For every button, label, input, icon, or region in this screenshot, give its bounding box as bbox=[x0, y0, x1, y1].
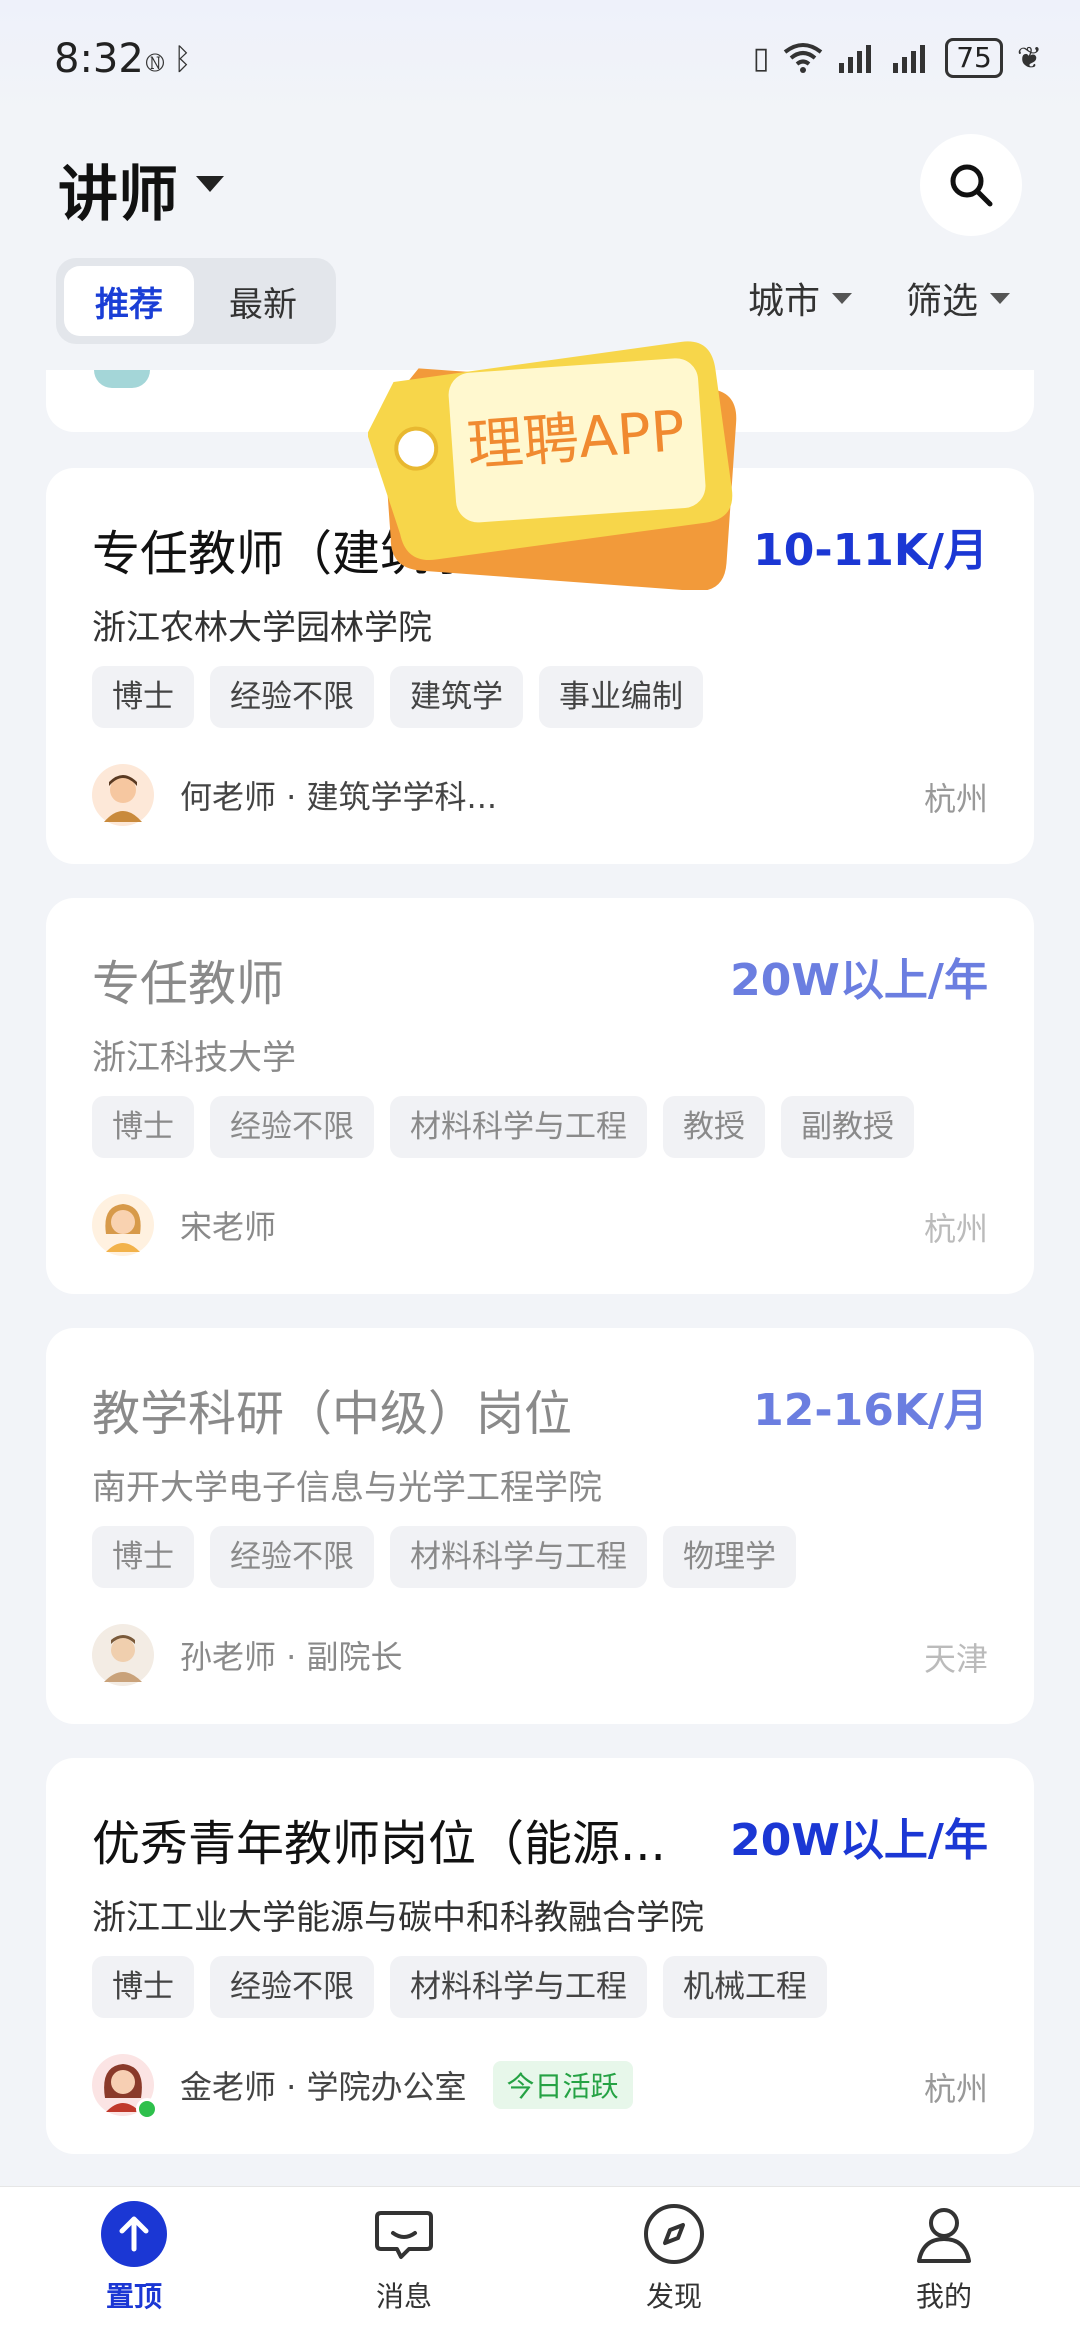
chevron-down-icon bbox=[990, 292, 1011, 304]
tag: 材料科学与工程 bbox=[390, 1526, 647, 1588]
signal-icon bbox=[893, 45, 926, 73]
leaf-icon: ❦ bbox=[1016, 40, 1042, 76]
battery-icon: 75 bbox=[945, 38, 1003, 78]
tag: 机械工程 bbox=[663, 1956, 827, 2018]
city-filter-label: 城市 bbox=[748, 281, 821, 322]
job-salary: 20W以上/年 bbox=[730, 1815, 988, 1866]
avatar bbox=[92, 764, 154, 826]
chevron-down-icon[interactable] bbox=[196, 176, 224, 192]
bluetooth-icon: ᛒ bbox=[173, 42, 192, 77]
tag: 副教授 bbox=[781, 1096, 914, 1158]
tag: 物理学 bbox=[663, 1526, 796, 1588]
avatar bbox=[92, 2054, 158, 2120]
status-right-icons: ▯ 75 ❦ bbox=[753, 38, 1042, 78]
tag-list: 博士 经验不限 材料科学与工程 机械工程 bbox=[92, 1956, 827, 2018]
tab-switcher: 推荐 最新 bbox=[56, 258, 336, 344]
search-button[interactable] bbox=[920, 134, 1022, 236]
nav-label: 置顶 bbox=[105, 2280, 162, 2313]
tab-latest[interactable]: 最新 bbox=[198, 266, 328, 336]
nfc-icon: Ⓝ bbox=[146, 42, 164, 77]
tag: 事业编制 bbox=[539, 666, 703, 728]
job-card[interactable]: 优秀青年教师岗位（能源... 20W以上/年 浙江工业大学能源与碳中和科教融合学… bbox=[46, 1758, 1034, 2154]
profile-icon bbox=[917, 2208, 971, 2263]
job-city: 杭州 bbox=[923, 780, 988, 818]
nav-profile[interactable]: 我的 bbox=[874, 2201, 1014, 2315]
recruiter-info: 宋老师 bbox=[92, 1194, 276, 1256]
bottom-nav: 置顶 消息 发现 我的 bbox=[0, 2186, 1080, 2331]
avatar bbox=[94, 370, 150, 388]
tag: 教授 bbox=[663, 1096, 765, 1158]
tag: 博士 bbox=[92, 666, 194, 728]
tag: 材料科学与工程 bbox=[390, 1096, 647, 1158]
tag: 经验不限 bbox=[210, 1956, 374, 2018]
recruiter-info: 何老师 · 建筑学学科... bbox=[92, 764, 497, 826]
company-name: 浙江科技大学 bbox=[92, 1038, 296, 1078]
tag: 经验不限 bbox=[210, 1526, 374, 1588]
signal-icon bbox=[839, 45, 872, 73]
job-card[interactable]: 教学科研（中级）岗位 12-16K/月 南开大学电子信息与光学工程学院 博士 经… bbox=[46, 1328, 1034, 1724]
nav-pin-top[interactable]: 置顶 bbox=[64, 2201, 204, 2315]
online-status-dot bbox=[136, 2098, 158, 2120]
company-name: 浙江工业大学能源与碳中和科教融合学院 bbox=[92, 1898, 704, 1938]
nav-label: 消息 bbox=[375, 2280, 432, 2313]
job-salary: 12-16K/月 bbox=[753, 1385, 988, 1436]
watermark-logo: 理聘APP bbox=[368, 341, 737, 590]
company-name: 南开大学电子信息与光学工程学院 bbox=[92, 1468, 602, 1508]
job-salary: 20W以上/年 bbox=[730, 955, 988, 1006]
job-city: 杭州 bbox=[923, 2070, 988, 2108]
avatar bbox=[92, 1194, 154, 1256]
job-card[interactable]: 专任教师 20W以上/年 浙江科技大学 博士 经验不限 材料科学与工程 教授 副… bbox=[46, 898, 1034, 1294]
chevron-down-icon bbox=[832, 292, 853, 304]
recruiter-name: 何老师 · 建筑学学科... bbox=[180, 778, 498, 816]
job-city: 天津 bbox=[923, 1640, 988, 1678]
recruiter-name: 金老师 · 学院办公室 bbox=[180, 2068, 467, 2106]
job-salary: 10-11K/月 bbox=[753, 525, 988, 576]
wifi-icon bbox=[783, 43, 823, 73]
tag: 博士 bbox=[92, 1096, 194, 1158]
company-name: 浙江农林大学园林学院 bbox=[92, 608, 432, 648]
recruiter-info: 金老师 · 学院办公室 今日活跃 bbox=[92, 2054, 633, 2120]
tag-list: 博士 经验不限 建筑学 事业编制 bbox=[92, 666, 703, 728]
tag: 经验不限 bbox=[210, 666, 374, 728]
tag-list: 博士 经验不限 材料科学与工程 教授 副教授 bbox=[92, 1096, 914, 1158]
tag: 博士 bbox=[92, 1526, 194, 1588]
nav-label: 发现 bbox=[645, 2280, 702, 2313]
filter-label: 筛选 bbox=[906, 281, 979, 322]
tag: 经验不限 bbox=[210, 1096, 374, 1158]
status-time: 8:32 bbox=[54, 36, 144, 82]
tag: 材料科学与工程 bbox=[390, 1956, 647, 2018]
status-bar: 8:32 Ⓝ ᛒ ▯ 75 ❦ bbox=[0, 0, 1080, 120]
nav-discover[interactable]: 发现 bbox=[604, 2201, 744, 2315]
job-title: 优秀青年教师岗位（能源... bbox=[92, 1816, 666, 1872]
status-left-icons: Ⓝ ᛒ bbox=[146, 42, 192, 77]
recruiter-name: 孙老师 · 副院长 bbox=[180, 1638, 403, 1676]
compass-icon bbox=[644, 2204, 704, 2264]
page-title[interactable]: 讲师 bbox=[58, 146, 178, 233]
city-filter[interactable]: 城市 bbox=[748, 272, 853, 324]
recruiter-info: 孙老师 · 副院长 bbox=[92, 1624, 403, 1686]
avatar bbox=[92, 1624, 154, 1686]
filter-dropdown[interactable]: 筛选 bbox=[906, 272, 1011, 324]
tag-list: 博士 经验不限 材料科学与工程 物理学 bbox=[92, 1526, 796, 1588]
active-today-badge: 今日活跃 bbox=[492, 2061, 633, 2109]
nav-label: 我的 bbox=[915, 2280, 972, 2313]
search-icon bbox=[950, 164, 993, 207]
recruiter-name: 宋老师 bbox=[180, 1208, 277, 1246]
tab-recommended[interactable]: 推荐 bbox=[64, 266, 194, 336]
tag: 博士 bbox=[92, 1956, 194, 2018]
message-icon bbox=[375, 2211, 433, 2259]
job-title: 专任教师 bbox=[92, 956, 285, 1012]
nav-messages[interactable]: 消息 bbox=[334, 2201, 474, 2315]
arrow-up-icon bbox=[101, 2201, 167, 2267]
tag: 建筑学 bbox=[390, 666, 523, 728]
vibrate-icon: ▯ bbox=[752, 40, 770, 76]
job-city: 杭州 bbox=[923, 1210, 988, 1248]
job-title: 教学科研（中级）岗位 bbox=[92, 1386, 573, 1442]
